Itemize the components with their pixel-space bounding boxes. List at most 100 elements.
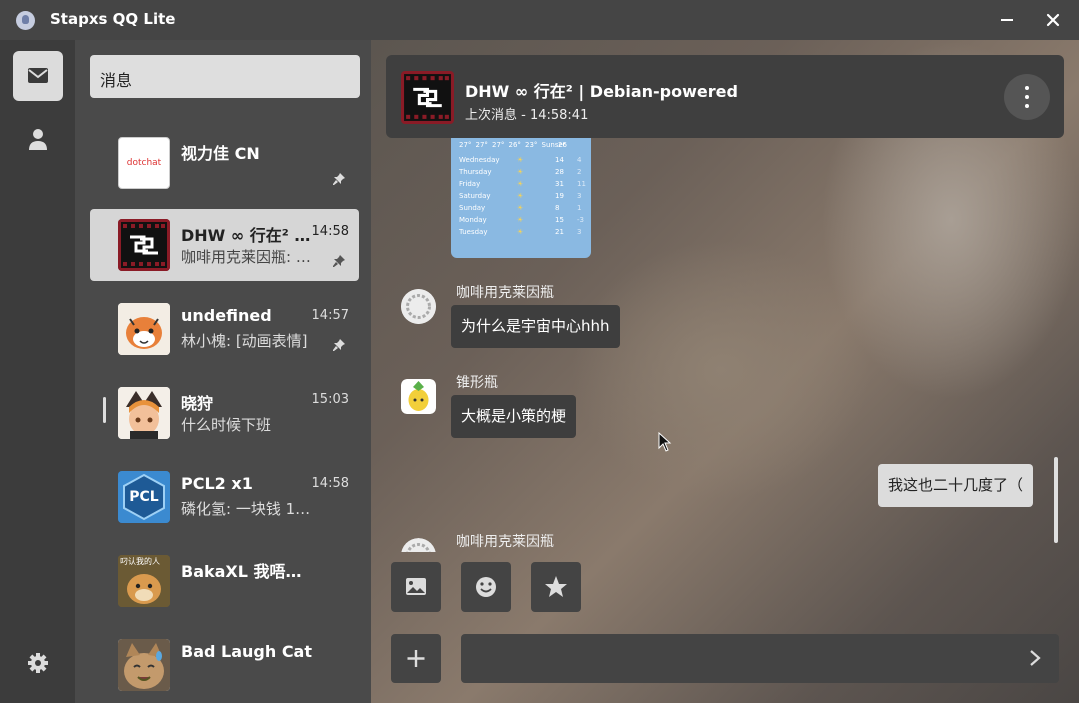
contact-icon (29, 129, 47, 150)
conversation-name: undefined (181, 306, 272, 325)
weather-screenshot-image[interactable]: 27° 27° 27° 26° 23° Sunset 26 Wednesday ☀ 14 4 Thu… (451, 138, 591, 258)
chat-scrollbar[interactable] (1054, 457, 1058, 543)
conversation-preview: 磷化氢: 一块钱 1G 其... (181, 500, 321, 518)
weather-high: 8 (555, 204, 560, 212)
message-icon (28, 68, 48, 83)
weather-day-name: Sunday (459, 204, 486, 212)
nav-messages-button[interactable] (13, 51, 63, 101)
weather-day-row: Wednesday ☀ 14 4 (451, 156, 591, 167)
favorite-button[interactable] (531, 562, 581, 612)
pin-icon (333, 173, 345, 185)
minimize-button[interactable] (995, 8, 1019, 32)
conversation-item[interactable]: undefined 14:57 林小槐: [动画表情] (90, 293, 359, 365)
weather-header-cell: 27° (459, 141, 472, 149)
weather-header-cell: 26° (508, 141, 521, 149)
weather-high: 19 (555, 192, 564, 200)
weather-high: 15 (555, 216, 564, 224)
weather-high: 21 (555, 228, 564, 236)
send-icon[interactable] (1025, 648, 1045, 668)
image-icon (406, 578, 426, 595)
search-input[interactable]: 消息 (90, 55, 360, 98)
weather-day-row: Friday ☀ 31 11 (451, 180, 591, 191)
weather-low: 3 (577, 192, 582, 200)
weather-header-cell: 27° (492, 141, 505, 149)
conversation-preview: 咖啡用克莱因瓶: 确... (181, 248, 321, 266)
avatar: 叼认我的人 (118, 555, 170, 607)
more-options-button[interactable] (1004, 74, 1050, 120)
weather-low: 4 (577, 156, 582, 164)
close-icon (1046, 13, 1060, 27)
app-logo-icon (16, 11, 35, 30)
message-bubble[interactable]: 为什么是宇宙中心hhh (451, 305, 620, 348)
weather-day-name: Thursday (459, 168, 492, 176)
sun-icon: ☀ (517, 180, 524, 188)
conversation-item[interactable]: 叼认我的人 BakaXL 我唔想歪... (90, 545, 359, 617)
conversation-name: BakaXL 我唔想歪... (181, 562, 313, 581)
weather-day-row: Tuesday ☀ 21 3 (451, 228, 591, 239)
conversation-time: 14:57 (311, 308, 349, 323)
chat-header: DHW ∞ 行在² | Debian-powered 上次消息 - 14:58:… (386, 55, 1064, 138)
weather-low: 11 (577, 180, 586, 188)
weather-day-name: Saturday (459, 192, 491, 200)
emoji-icon (476, 577, 496, 597)
send-image-button[interactable] (391, 562, 441, 612)
weather-low: 1 (577, 204, 582, 212)
weather-low: 3 (577, 228, 582, 236)
weather-day-name: Tuesday (459, 228, 488, 236)
weather-day-row: Saturday ☀ 19 3 (451, 192, 591, 203)
conversation-item[interactable]: DHW ∞ 行在² |... 14:58 咖啡用克莱因瓶: 确... (90, 209, 359, 281)
message-sender: 咖啡用克莱因瓶 (456, 534, 554, 550)
weather-header-cell: 26 (558, 141, 567, 149)
app-title: Stapxs QQ Lite (50, 10, 176, 28)
conversation-name: 晓狩 (181, 394, 214, 413)
nav-rail (0, 40, 75, 703)
sun-icon: ☀ (517, 204, 524, 212)
close-button[interactable] (1041, 8, 1065, 32)
chat-subtitle: 上次消息 - 14:58:41 (465, 108, 589, 123)
weather-high: 28 (555, 168, 564, 176)
weather-day-row: Sunday ☀ 8 1 (451, 204, 591, 215)
message-partial: 咖啡用克莱因瓶 (371, 530, 1079, 552)
minimize-icon (1001, 19, 1013, 21)
avatar (118, 639, 170, 691)
conversation-time: 14:58 (311, 224, 349, 239)
conversation-item[interactable]: 晓狩 15:03 什么时候下班 (90, 377, 359, 449)
emoji-button[interactable] (461, 562, 511, 612)
conversation-time: 14:58 (311, 476, 349, 491)
add-button[interactable] (391, 634, 441, 683)
unread-indicator (103, 397, 106, 423)
sun-icon: ☀ (517, 192, 524, 200)
conversation-name: 视力佳 CN (181, 144, 260, 163)
weather-day-row: Monday ☀ 15 -3 (451, 216, 591, 227)
pin-icon (333, 339, 345, 351)
conversation-preview: 什么时候下班 (181, 416, 272, 434)
sun-icon: ☀ (517, 216, 524, 224)
conversation-list: 消息 dotchat 视力佳 CN DHW ∞ 行在² |... 14:58 咖… (75, 40, 371, 703)
plus-icon (407, 650, 425, 667)
weather-day-row: Thursday ☀ 28 2 (451, 168, 591, 179)
chat-avatar[interactable] (401, 71, 454, 124)
nav-contacts-button[interactable] (13, 115, 63, 165)
conversation-name: Bad Laugh Cat (181, 642, 312, 661)
nav-settings-button[interactable] (13, 637, 63, 687)
conversation-item[interactable]: PCL PCL2 x1 14:58 磷化氢: 一块钱 1G 其... (90, 461, 359, 533)
message-bubble[interactable]: 大概是小策的梗 (451, 395, 577, 438)
sun-icon: ☀ (517, 156, 524, 164)
weather-header-cell: 23° (525, 141, 538, 149)
conversation-item[interactable]: dotchat 视力佳 CN (90, 127, 359, 199)
weather-day-name: Friday (459, 180, 481, 188)
message-input[interactable] (461, 634, 1059, 683)
title-bar: Stapxs QQ Lite (0, 0, 1079, 40)
conversation-item[interactable]: Bad Laugh Cat (90, 629, 359, 701)
avatar (118, 303, 170, 355)
sender-avatar[interactable] (401, 538, 436, 552)
sender-avatar[interactable] (401, 289, 436, 324)
message-bubble-self[interactable]: 我这也二十几度了（ (877, 464, 1033, 507)
chat-panel: 27° 27° 27° 26° 23° Sunset 26 Wednesday ☀ 14 4 Thu… (371, 40, 1079, 703)
sender-avatar[interactable] (401, 379, 436, 414)
sun-icon: ☀ (517, 168, 524, 176)
avatar (118, 219, 170, 271)
weather-high: 14 (555, 156, 564, 164)
message-sender: 咖啡用克莱因瓶 (456, 285, 554, 301)
conversation-name: PCL2 x1 (181, 474, 253, 493)
